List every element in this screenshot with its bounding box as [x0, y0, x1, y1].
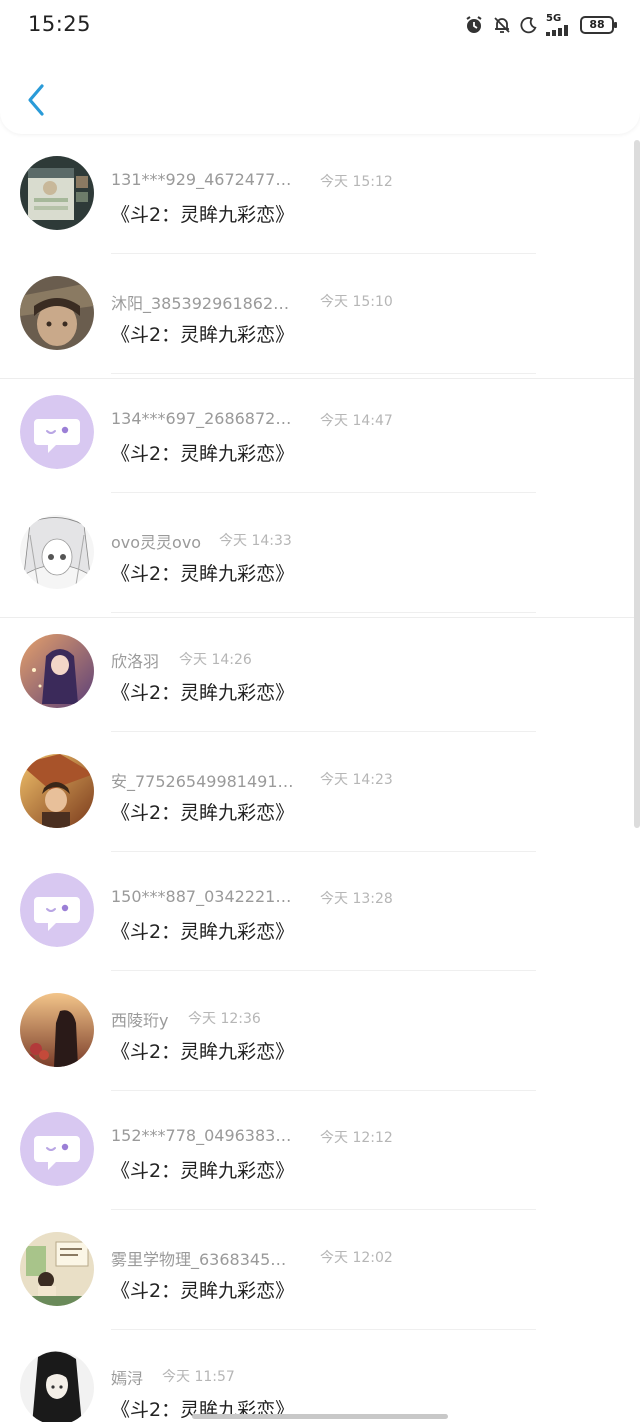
sender-name: 欣洛羽: [111, 652, 160, 671]
back-button[interactable]: [18, 78, 54, 122]
row-divider: [111, 253, 536, 254]
sender-name: 131***929_4672477…: [111, 170, 292, 189]
message-time: 今天 12:12: [320, 1130, 393, 1146]
row-divider: [111, 1089, 536, 1091]
message-text: 《斗2：灵眸九彩恋》: [111, 204, 295, 226]
avatar[interactable]: [20, 275, 94, 350]
avatar[interactable]: [20, 1231, 94, 1306]
message-row[interactable]: 西陵珩y 今天 12:36 《斗2：灵眸九彩恋》: [0, 977, 640, 1097]
network-label: 5G: [546, 13, 562, 24]
sender-name: 西陵珩y: [111, 1010, 169, 1030]
sender-name: 152***778_0496383…: [111, 1126, 292, 1145]
avatar[interactable]: [20, 514, 94, 589]
message-row[interactable]: 安_77526549981491… 今天 14:23 《斗2：灵眸九彩恋》: [0, 738, 640, 858]
message-text: 《斗2：灵眸九彩恋》: [111, 1279, 295, 1302]
avatar[interactable]: [20, 156, 94, 230]
avatar[interactable]: [20, 395, 94, 469]
row-divider: [111, 372, 536, 374]
sender-name: 嫣浔: [111, 1369, 144, 1388]
message-row[interactable]: ovo灵灵ovo 今天 14:33 《斗2：灵眸九彩恋》: [0, 499, 640, 619]
sender-name: 150***887_0342221…: [111, 887, 292, 906]
message-time: 今天 12:36: [188, 1010, 261, 1027]
message-text: 《斗2：灵眸九彩恋》: [111, 443, 295, 465]
page: 15:25 5G 88 131***929_4672477… 今天 15:12 …: [0, 0, 640, 1422]
message-row[interactable]: 嫣浔 今天 11:57 《斗2：灵眸九彩恋》: [0, 1335, 640, 1422]
avatar[interactable]: [20, 1351, 94, 1422]
status-time: 15:25: [28, 12, 92, 36]
message-row[interactable]: 131***929_4672477… 今天 15:12 《斗2：灵眸九彩恋》: [0, 140, 640, 260]
sender-name: 沐阳_385392961862…: [111, 293, 290, 313]
message-row[interactable]: 雾里学物理_6368345… 今天 12:02 《斗2：灵眸九彩恋》: [0, 1216, 640, 1336]
row-divider: [111, 850, 536, 852]
avatar[interactable]: [20, 873, 94, 947]
message-text: 《斗2：灵眸九彩恋》: [111, 801, 295, 824]
sender-name: 雾里学物理_6368345…: [111, 1249, 287, 1269]
row-divider: [111, 1209, 536, 1210]
section-separator: [0, 617, 640, 618]
sender-name: 安_77526549981491…: [111, 771, 294, 791]
message-time: 今天 11:57: [162, 1369, 235, 1385]
message-time: 今天 14:26: [179, 652, 252, 668]
avatar[interactable]: [20, 1112, 94, 1186]
header: 15:25 5G 88: [0, 0, 640, 134]
avatar[interactable]: [20, 753, 94, 828]
alarm-icon: [464, 15, 484, 35]
section-separator: [0, 378, 640, 379]
message-time: 今天 12:02: [320, 1249, 393, 1266]
message-row[interactable]: 欣洛羽 今天 14:26 《斗2：灵眸九彩恋》: [0, 618, 640, 738]
moon-icon: [520, 16, 538, 34]
home-indicator[interactable]: [192, 1414, 448, 1419]
message-time: 今天 15:10: [320, 293, 393, 310]
message-text: 《斗2：灵眸九彩恋》: [111, 323, 295, 346]
sender-name: 134***697_2686872…: [111, 409, 292, 428]
chevron-left-icon: [28, 84, 44, 116]
message-time: 今天 14:47: [320, 413, 393, 429]
signal-icon: 5G: [546, 14, 572, 36]
message-time: 今天 13:28: [320, 891, 393, 907]
sender-name: ovo灵灵ovo: [111, 532, 202, 552]
row-divider: [111, 970, 536, 971]
message-row[interactable]: 152***778_0496383… 今天 12:12 《斗2：灵眸九彩恋》: [0, 1096, 640, 1216]
scrollbar[interactable]: [634, 140, 640, 828]
status-icons: 5G 88: [464, 14, 617, 36]
message-row[interactable]: 150***887_0342221… 今天 13:28 《斗2：灵眸九彩恋》: [0, 857, 640, 977]
row-divider: [111, 731, 536, 732]
message-row[interactable]: 134***697_2686872… 今天 14:47 《斗2：灵眸九彩恋》: [0, 379, 640, 499]
row-divider: [111, 611, 536, 613]
mute-bell-icon: [492, 15, 512, 35]
message-text: 《斗2：灵眸九彩恋》: [111, 921, 295, 943]
status-bar: 15:25 5G 88: [0, 0, 640, 52]
message-time: 今天 15:12: [320, 174, 393, 190]
message-text: 《斗2：灵眸九彩恋》: [111, 1040, 295, 1063]
message-time: 今天 14:23: [320, 771, 393, 788]
row-divider: [111, 1328, 536, 1330]
message-time: 今天 14:33: [219, 532, 292, 549]
row-divider: [111, 492, 536, 493]
message-text: 《斗2：灵眸九彩恋》: [111, 682, 295, 704]
message-row[interactable]: 沐阳_385392961862… 今天 15:10 《斗2：灵眸九彩恋》: [0, 260, 640, 380]
message-text: 《斗2：灵眸九彩恋》: [111, 562, 295, 585]
battery-icon: 88: [580, 16, 617, 34]
message-text: 《斗2：灵眸九彩恋》: [111, 1160, 295, 1182]
avatar[interactable]: [20, 634, 94, 708]
avatar[interactable]: [20, 992, 94, 1067]
